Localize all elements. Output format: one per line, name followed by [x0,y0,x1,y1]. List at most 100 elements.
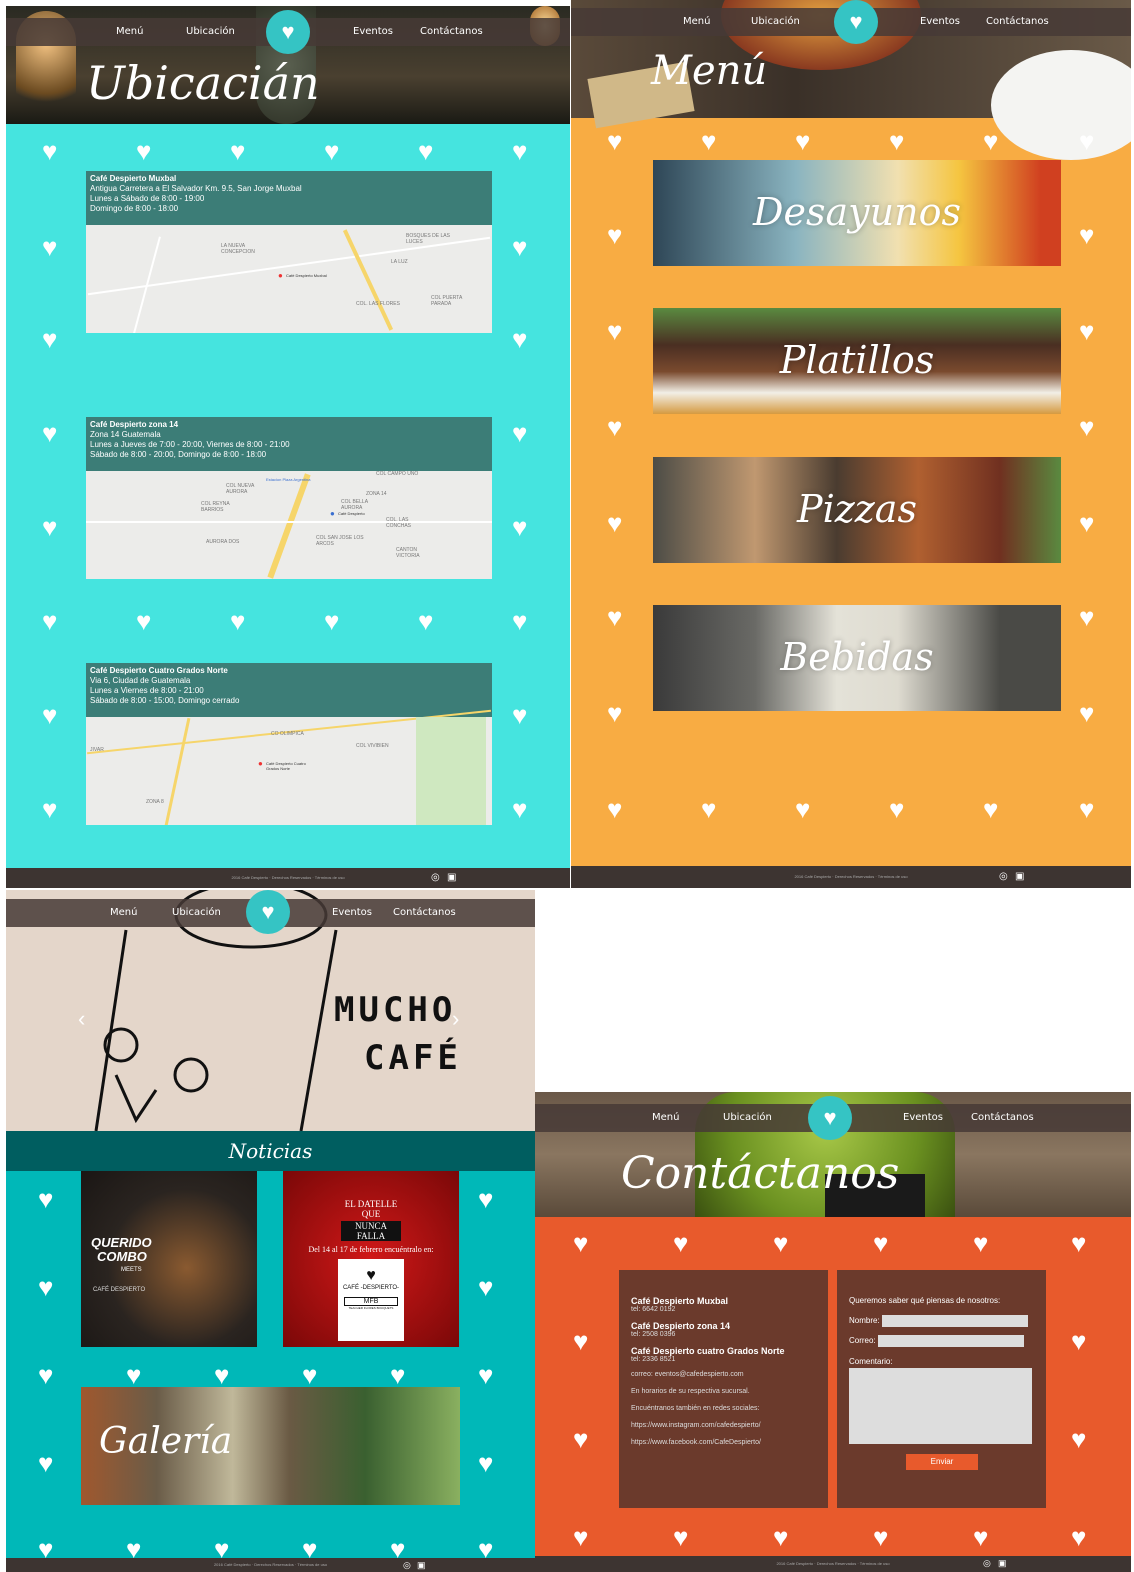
news-headline-line1: EL DATELLE QUE [344,1199,398,1219]
location-hours: Domingo de 8:00 - 18:00 [90,204,179,213]
instagram-icon[interactable]: ◎ [999,871,1008,882]
instagram-icon[interactable]: ◎ [983,1558,991,1569]
contact-email[interactable]: correo: eventos@cafedespierto.com [631,1371,816,1378]
nav-eventos[interactable]: Eventos [353,26,393,37]
nav-contactanos[interactable]: Contáctanos [393,907,456,918]
menu-item-desayunos[interactable]: Desayunos [653,160,1061,266]
nav-contactanos[interactable]: Contáctanos [420,26,483,37]
map-label: COL BELLA AURORA [341,499,368,511]
footer-text: 2016 Café Despierto · Derechos Reservado… [231,875,345,880]
location-address: Via 6, Ciudad de Guatemala [90,676,191,685]
nav-contactanos[interactable]: Contáctanos [971,1112,1034,1123]
logo[interactable]: ♥ [834,0,878,44]
carousel-prev-icon[interactable]: ‹ [78,1006,85,1032]
rooster-icon: ♥ [573,1228,589,1258]
comentario-label: Comentario: [849,1357,893,1366]
location-card: Café Despierto zona 14 Zona 14 Guatemala… [86,417,492,579]
enviar-button[interactable]: Enviar [906,1454,978,1470]
hero-text-cafe: CAFÉ [364,1038,462,1078]
logo[interactable]: ♥ [266,10,310,54]
rooster-icon: ♥ [478,1184,494,1214]
contact-info-card: Café Despierto Muxbal tel: 6642 0192 Caf… [619,1270,828,1508]
rooster-icon: ♥ [418,136,434,166]
footer: 2016 Café Despierto · Derechos Reservado… [6,1558,535,1572]
menu-item-bebidas[interactable]: Bebidas [653,605,1061,711]
facebook-icon[interactable]: ▣ [1015,871,1024,882]
facebook-icon[interactable]: ▣ [447,872,456,883]
rooster-icon: ♥ [701,794,717,824]
nav-menu[interactable]: Menú [652,1112,679,1123]
map[interactable]: COL NUEVA AURORA COL REYNA BARRIOS AUROR… [86,471,492,579]
rooster-icon: ♥ [214,1360,230,1390]
rooster-icon: ♥ [573,1326,589,1356]
rooster-icon: ♥ [230,606,246,636]
map-pin-icon[interactable]: ● [258,759,263,768]
map-pin-icon[interactable]: ● [278,271,283,280]
rooster-icon: ♥ [573,1424,589,1454]
rooster-icon: ♥ [512,512,528,542]
map-label: COL VIVIBIEN [356,743,389,749]
rooster-icon: ♥ [42,232,58,262]
nav-menu[interactable]: Menú [683,16,710,27]
gallery-card[interactable]: Galería [81,1387,460,1505]
location-hours: Sábado de 8:00 - 20:00, Domingo de 8:00 … [90,450,267,459]
news-brand: COMBO [97,1249,147,1264]
footer-text: 2016 Café Despierto · Derechos Reservado… [794,874,908,879]
nombre-input[interactable] [881,1315,1028,1327]
rooster-icon: ♥ [607,602,623,632]
rooster-icon: ♥ [673,1228,689,1258]
rooster-icon: ♥ [983,794,999,824]
location-name: Café Despierto Cuatro Grados Norte [90,666,228,675]
facebook-icon[interactable]: ▣ [417,1560,426,1571]
rooster-icon: ♥ [607,220,623,250]
nav-ubicacion[interactable]: Ubicación [723,1112,772,1123]
nav-eventos[interactable]: Eventos [920,16,960,27]
nav-menu[interactable]: Menú [116,26,143,37]
menu-item-label: Bebidas [780,635,934,679]
rooster-icon: ♥ [873,1228,889,1258]
map-label: BOSQUES DE LAS LUCES [406,233,450,245]
facebook-icon[interactable]: ▣ [998,1558,1007,1569]
nav-ubicacion[interactable]: Ubicación [751,16,800,27]
branch-tel: tel: 2508 0396 [631,1331,676,1338]
map[interactable]: LA NUEVA CONCEPCION BOSQUES DE LAS LUCES… [86,225,492,333]
instagram-link[interactable]: https://www.instagram.com/cafedespierto/ [631,1422,816,1429]
instagram-icon[interactable]: ◎ [431,872,440,883]
location-name: Café Despierto zona 14 [90,420,179,429]
map-pin-icon[interactable]: ● [330,509,335,518]
rooster-icon: ♥ [1079,316,1095,346]
rooster-icon: ♥ [324,136,340,166]
news-card-querido-combo[interactable]: QUERIDO COMBO MEETS CAFÉ DESPIERTO [81,1171,257,1347]
ubicacion-page: Menú Ubicación Eventos Contáctanos ♥ Ubi… [6,6,570,888]
rooster-icon: ♥ [42,700,58,730]
nav-menu[interactable]: Menú [110,907,137,918]
instagram-icon[interactable]: ◎ [403,1560,411,1571]
map[interactable]: CO OLIMPICA COL VIVIBIEN ZONA 8 JIVAR ● … [86,709,492,825]
location-address: Zona 14 Guatemala [90,430,161,439]
rooster-icon: ♥ [38,1360,54,1390]
contact-hours: En horarios de su respectiva sucursal. [631,1388,750,1395]
comentario-textarea[interactable] [849,1368,1032,1444]
nav-eventos[interactable]: Eventos [903,1112,943,1123]
news-card-san-valentin[interactable]: EL DATELLE QUE NUNCA FALLA Del 14 al 17 … [283,1171,459,1347]
facebook-link[interactable]: https://www.facebook.com/CafeDespierto/ [631,1439,816,1446]
carousel-next-icon[interactable]: › [452,1006,459,1032]
nav-ubicacion[interactable]: Ubicación [172,907,221,918]
map-label: COL REYNA BARRIOS [201,501,230,513]
rooster-icon: ♥ [42,794,58,824]
nav-contactanos[interactable]: Contáctanos [986,16,1049,27]
news-mfb-sub: TEACHER FLORES BOUQUETS [348,1306,394,1310]
rooster-icon: ♥ [607,508,623,538]
noticias-bar: Noticias [6,1131,535,1171]
menu-item-pizzas[interactable]: Pizzas [653,457,1061,563]
nav-eventos[interactable]: Eventos [332,907,372,918]
logo[interactable]: ♥ [246,890,290,934]
footer: 2016 Café Despierto · Derechos Reservado… [535,1556,1131,1572]
branch-name: Café Despierto Muxbal [631,1296,729,1306]
logo[interactable]: ♥ [808,1096,852,1140]
correo-input[interactable] [877,1335,1024,1347]
rooster-icon: ♥ [42,606,58,636]
rooster-icon: ♥ [512,418,528,448]
menu-item-platillos[interactable]: Platillos [653,308,1061,414]
nav-ubicacion[interactable]: Ubicación [186,26,235,37]
